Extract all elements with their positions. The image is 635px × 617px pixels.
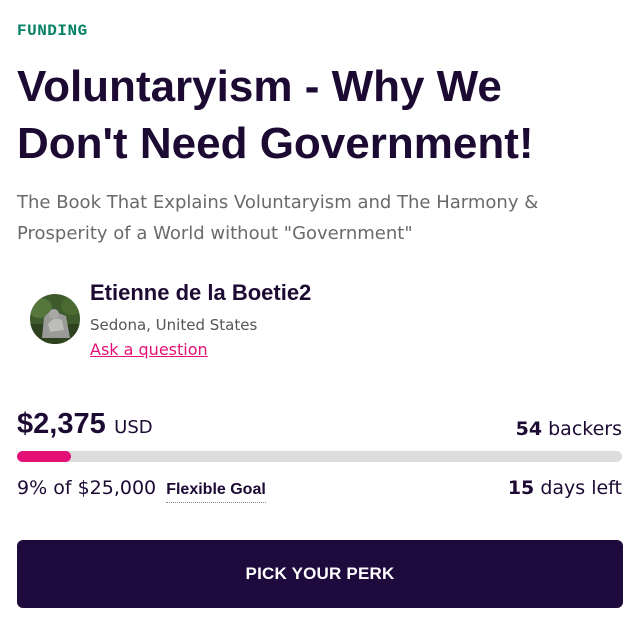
owner-name[interactable]: Etienne de la Boetie2 xyxy=(90,280,311,306)
goal-summary: 9% of $25,000 Flexible Goal xyxy=(17,477,266,503)
campaign-title: Voluntaryism - Why We Don't Need Governm… xyxy=(17,62,534,168)
days-number: 15 xyxy=(507,477,535,499)
backers-number: 54 xyxy=(515,418,543,440)
ask-question-link[interactable]: Ask a question xyxy=(90,340,208,359)
raised-currency: USD xyxy=(114,417,153,438)
status-tag: FUNDING xyxy=(17,22,88,40)
funding-progress-bar xyxy=(17,451,622,462)
backers-label: backers xyxy=(548,418,622,440)
percent-funded: 9% xyxy=(17,477,48,499)
goal-prefix: of xyxy=(53,477,72,499)
pick-your-perk-button[interactable]: PICK YOUR PERK xyxy=(17,540,623,608)
funds-raised: $2,375 USD xyxy=(17,408,153,441)
goal-type-tooltip[interactable]: Flexible Goal xyxy=(166,481,266,503)
backers-count: 54 backers xyxy=(516,418,622,440)
days-label: days left xyxy=(540,477,622,499)
days-left: 15 days left xyxy=(508,477,622,499)
funding-progress-fill xyxy=(17,451,72,462)
campaign-subtitle: The Book That Explains Voluntaryism and … xyxy=(17,192,539,244)
owner-avatar[interactable] xyxy=(30,294,80,344)
owner-location: Sedona, United States xyxy=(90,316,258,334)
raised-amount: $2,375 xyxy=(17,408,106,440)
goal-amount: $25,000 xyxy=(77,477,157,499)
owner-avatar-photo xyxy=(30,294,80,344)
